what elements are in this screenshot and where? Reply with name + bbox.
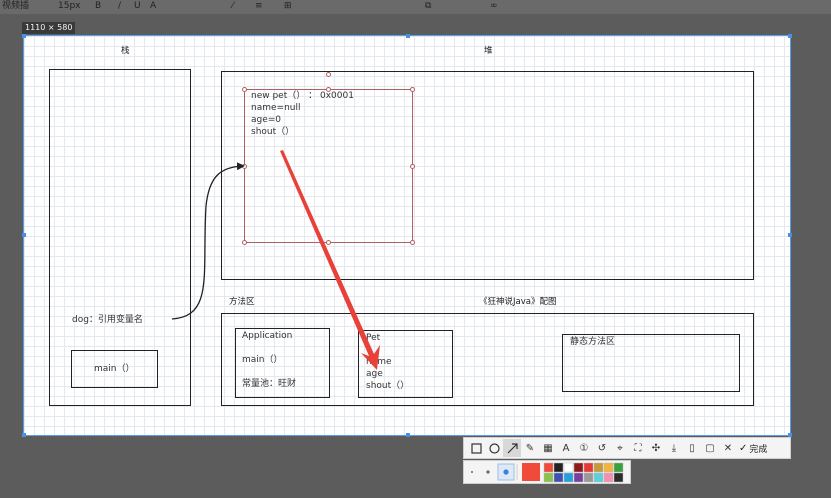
align-icon[interactable]: ≡ (255, 0, 263, 12)
color-swatch[interactable] (603, 462, 614, 473)
pin-icon[interactable]: ⌖ (611, 439, 629, 457)
capture-size-label: 1110 × 580 (22, 22, 76, 34)
color-swatch[interactable] (593, 472, 604, 483)
translate-icon[interactable]: ✣ (647, 439, 665, 457)
arrow-icon[interactable] (503, 439, 521, 457)
color-swatch[interactable] (603, 472, 614, 483)
color-swatch[interactable] (563, 462, 574, 473)
style-subbar (463, 460, 631, 484)
done-label: 完成 (749, 444, 768, 455)
topbar-text: 视频插 (2, 1, 30, 11)
color-swatch[interactable] (613, 462, 624, 473)
color-swatch[interactable] (613, 472, 624, 483)
more-icon[interactable]: ∞ (490, 0, 498, 12)
italic-icon[interactable]: / (118, 0, 121, 12)
color-swatch[interactable] (553, 462, 564, 473)
undo-icon[interactable]: ↺ (593, 439, 611, 457)
palette-svg (471, 462, 624, 483)
current-color-swatch[interactable] (522, 463, 540, 481)
color-swatch[interactable] (543, 472, 554, 483)
stroke-size-small[interactable] (471, 471, 473, 473)
check-icon: ✓ (739, 442, 748, 454)
bold-icon[interactable]: B (95, 0, 101, 12)
record-icon[interactable]: ▢ (701, 439, 719, 457)
stroke-size-medium[interactable] (486, 470, 490, 474)
color-swatch[interactable] (583, 472, 594, 483)
font-size-value[interactable]: 15px (58, 0, 81, 12)
ellipse-icon[interactable] (485, 439, 503, 457)
diagram-arrows (171, 150, 380, 370)
color-swatch[interactable] (583, 462, 594, 473)
color-swatch[interactable] (563, 472, 574, 483)
close-icon[interactable]: ✕ (719, 439, 737, 457)
save-icon[interactable]: ⤓ (665, 439, 683, 457)
ocr-icon[interactable]: ⛶ (629, 439, 647, 457)
number-icon[interactable]: ① (575, 439, 593, 457)
long-capture-icon[interactable]: ▯ (683, 439, 701, 457)
rectangle-icon[interactable] (467, 439, 485, 457)
underline-icon[interactable]: U (134, 0, 141, 12)
arrange-icon[interactable]: ⧉ (425, 0, 431, 12)
format-icon[interactable]: ⊞ (284, 0, 292, 12)
red-annotation-arrow (280, 150, 380, 370)
color-swatch[interactable] (573, 472, 584, 483)
line-color-icon[interactable]: ⁄ (232, 0, 234, 12)
color-swatch[interactable] (543, 462, 554, 473)
color-swatch[interactable] (553, 472, 564, 483)
reference-arrow (171, 162, 245, 320)
color-swatches (543, 462, 624, 483)
capture-region[interactable]: 栈 dog：引用变量名 main（） 堆 new pet（） ： 0x0001 … (22, 34, 792, 437)
top-toolbar: 视频插 15px B / U A ⁄ ≡ ⊞ ⧉ ∞ (0, 0, 831, 14)
text-icon[interactable]: A (557, 439, 575, 457)
pen-icon[interactable]: ✎ (521, 439, 539, 457)
mosaic-icon[interactable]: ▦ (539, 439, 557, 457)
color-swatch[interactable] (593, 462, 604, 473)
done-button[interactable]: ✓ 完成 (739, 442, 767, 455)
color-swatch[interactable] (573, 462, 584, 473)
font-color-icon[interactable]: A (150, 0, 156, 12)
snip-toolbar: ✎ ▦ A ① ↺ ⌖ ⛶ ✣ ⤓ ▯ ▢ ✕ ✓ 完成 (463, 437, 791, 459)
